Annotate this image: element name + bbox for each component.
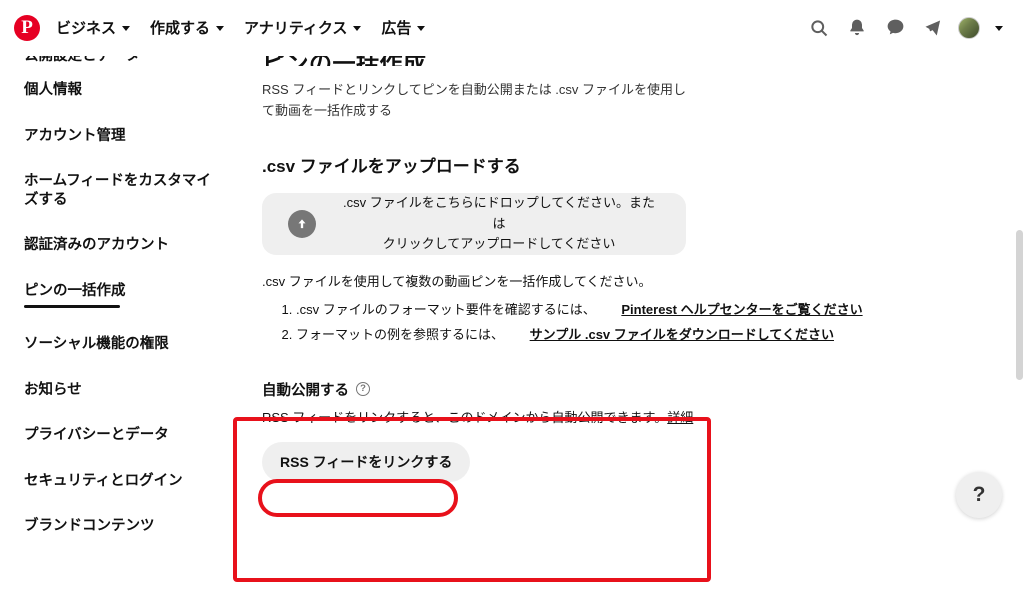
sidebar-item-label: お知らせ — [24, 381, 82, 398]
page-body: 公開設定とデータ 個人情報 アカウント管理 ホームフィードをカスタマイズする 認… — [0, 56, 1024, 596]
main-content: ピンの一括作成 RSS フィードとリンクしてピンを自動公開または .csv ファ… — [228, 56, 1024, 540]
search-icon[interactable] — [806, 15, 832, 41]
nav-item-ads[interactable]: 広告 — [371, 9, 435, 46]
sidebar-item-label: 公開設定とデータ — [24, 56, 140, 64]
step-text: .csv ファイルのフォーマット要件を確認するには、 — [296, 301, 596, 317]
sidebar-item-privacy-data-clipped[interactable]: 公開設定とデータ — [24, 56, 218, 67]
nav-item-analytics-label: アナリティクス — [244, 20, 348, 37]
nav-item-business[interactable]: ビジネス — [46, 9, 140, 46]
chevron-down-icon[interactable] — [992, 15, 1006, 41]
sidebar-item-claimed-accounts[interactable]: 認証済みのアカウント — [24, 222, 218, 268]
sidebar-item-label: セキュリティとログイン — [24, 472, 183, 489]
link-rss-feed-button[interactable]: RSS フィードをリンクする — [262, 441, 471, 482]
step-text: フォーマットの例を参照するには、 — [296, 326, 505, 342]
megaphone-icon[interactable] — [920, 15, 946, 41]
sidebar-item-personal-info[interactable]: 個人情報 — [24, 67, 218, 113]
csv-dropzone[interactable]: .csv ファイルをこちらにドロップしてください。または クリックしてアップロー… — [262, 192, 686, 255]
chat-bubble-icon[interactable] — [882, 15, 908, 41]
sidebar-item-social-permissions[interactable]: ソーシャル機能の権限 — [24, 321, 218, 367]
bell-icon[interactable] — [844, 15, 870, 41]
nav-item-ads-label: 広告 — [381, 20, 412, 37]
nav-item-business-label: ビジネス — [56, 20, 117, 37]
nav-item-create-label: 作成する — [150, 20, 211, 37]
settings-sidebar: 公開設定とデータ 個人情報 アカウント管理 ホームフィードをカスタマイズする 認… — [0, 56, 228, 540]
sidebar-item-label: 認証済みのアカウント — [24, 237, 169, 254]
sidebar-item-label: 個人情報 — [24, 82, 82, 98]
page-subtitle: RSS フィードとリンクしてピンを自動公開または .csv ファイルを使用して動… — [262, 82, 687, 118]
csv-note: .csv ファイルを使用して複数の動画ピンを一括作成してください。 — [262, 273, 652, 289]
top-nav-right-group — [806, 15, 1010, 41]
chevron-down-icon — [216, 26, 225, 31]
sidebar-item-notifications[interactable]: お知らせ — [24, 367, 218, 413]
question-mark-icon[interactable]: ? — [356, 382, 370, 397]
scrollbar-thumb[interactable] — [1016, 230, 1023, 380]
auto-publish-title-row: 自動公開する ? — [262, 379, 984, 400]
sidebar-item-privacy-and-data[interactable]: プライバシーとデータ — [24, 412, 218, 458]
auto-publish-details-link[interactable]: 詳細 — [667, 410, 693, 425]
nav-item-create[interactable]: 作成する — [140, 9, 234, 46]
sidebar-item-label: ホームフィードをカスタマイズする — [24, 173, 211, 208]
top-navigation-bar: P ビジネス 作成する アナリティクス 広告 — [0, 0, 1024, 56]
help-center-link[interactable]: Pinterest ヘルプセンターをご覧ください — [599, 300, 862, 320]
nav-item-analytics[interactable]: アナリティクス — [234, 9, 371, 46]
avatar[interactable] — [958, 16, 980, 39]
sample-csv-download-link[interactable]: サンプル .csv ファイルをダウンロードしてください — [508, 325, 834, 345]
list-item: フォーマットの例を参照するには、 サンプル .csv ファイルをダウンロードして… — [296, 325, 984, 345]
sidebar-item-label: プライバシーとデータ — [24, 427, 169, 444]
list-item: .csv ファイルのフォーマット要件を確認するには、 Pinterest ヘルプ… — [296, 300, 984, 320]
sidebar-item-customize-home-feed[interactable]: ホームフィードをカスタマイズする — [24, 158, 218, 222]
sidebar-item-label: ピンの一括作成 — [24, 282, 126, 299]
page-title: ピンの一括作成 — [262, 56, 984, 66]
active-indicator — [24, 305, 120, 309]
sidebar-item-label: ブランドコンテンツ — [24, 518, 155, 535]
auto-publish-title: 自動公開する — [262, 382, 349, 399]
auto-publish-section: 自動公開する ? RSS フィードをリンクすると、このドメインから自動公開できま… — [262, 379, 984, 482]
csv-steps-list: .csv ファイルのフォーマット要件を確認するには、 Pinterest ヘルプ… — [262, 300, 984, 345]
upload-section-heading: .csv ファイルをアップロードする — [262, 156, 521, 176]
pinterest-logo-icon[interactable]: P — [14, 14, 40, 41]
dropzone-text: .csv ファイルをこちらにドロップしてください。または クリックしてアップロー… — [338, 193, 660, 253]
chevron-down-icon — [122, 26, 131, 31]
help-button[interactable]: ? — [956, 472, 1002, 518]
sidebar-item-label: アカウント管理 — [24, 127, 126, 144]
sidebar-item-label: ソーシャル機能の権限 — [24, 336, 169, 353]
chevron-down-icon — [417, 26, 426, 31]
upload-arrow-icon — [288, 209, 316, 238]
sidebar-item-bulk-create-pins[interactable]: ピンの一括作成 — [24, 268, 218, 322]
sidebar-item-account-management[interactable]: アカウント管理 — [24, 113, 218, 159]
dropzone-text-line1: .csv ファイルをこちらにドロップしてください。または — [343, 195, 655, 231]
vertical-scrollbar[interactable] — [1015, 112, 1024, 596]
sidebar-item-security-and-login[interactable]: セキュリティとログイン — [24, 458, 218, 504]
sidebar-item-branded-content[interactable]: ブランドコンテンツ — [24, 503, 218, 540]
dropzone-text-line2: クリックしてアップロードしてください — [382, 235, 616, 251]
chevron-down-icon — [353, 26, 362, 31]
auto-publish-description: RSS フィードをリンクすると、このドメインから自動公開できます。詳細 — [262, 407, 984, 426]
auto-publish-description-text: RSS フィードをリンクすると、このドメインから自動公開できます。 — [262, 409, 668, 425]
